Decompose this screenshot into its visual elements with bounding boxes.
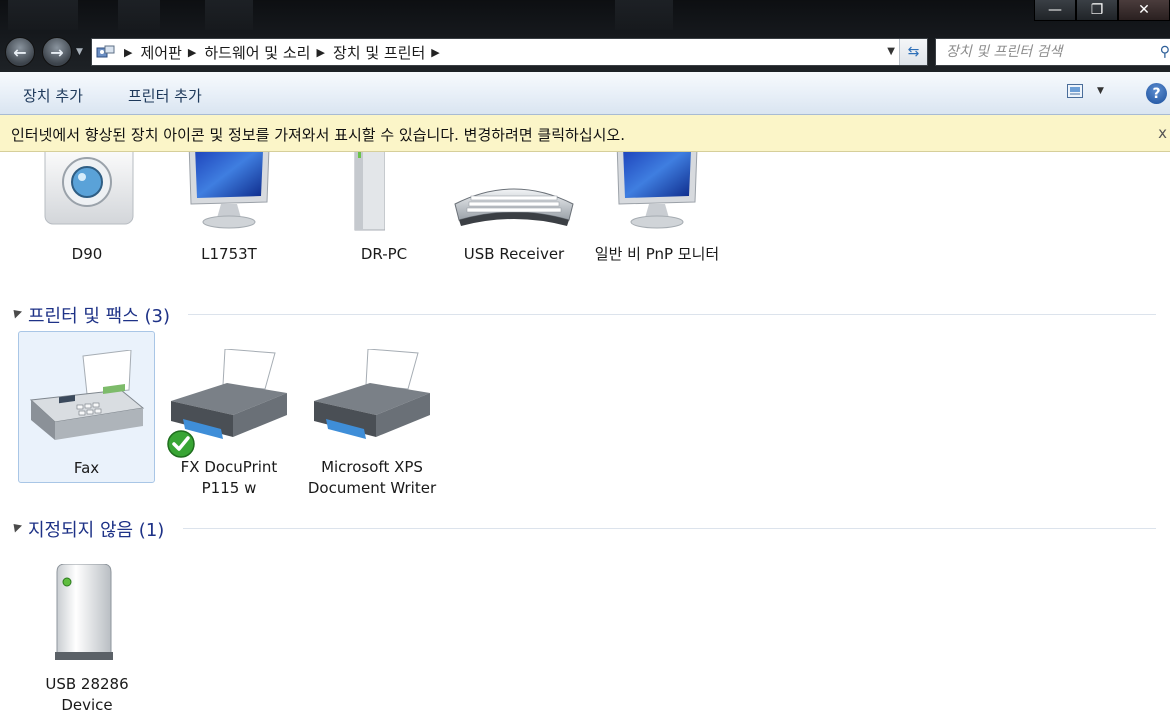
group-divider — [183, 528, 1156, 529]
device-usb-receiver[interactable]: USB Receiver — [445, 152, 583, 272]
group-divider — [188, 314, 1156, 315]
device-microsoft-xps[interactable]: Microsoft XPS Document Writer — [302, 331, 442, 497]
recent-pages-dropdown[interactable]: ▼ — [76, 47, 83, 57]
fax-icon — [19, 346, 154, 446]
pc-tower-icon — [330, 152, 390, 234]
forward-button[interactable]: → — [42, 37, 72, 67]
device-label: FX DocuPrint P115 w — [180, 458, 278, 497]
help-icon: ? — [1152, 85, 1161, 102]
device-label: DR-PC — [360, 245, 408, 263]
info-bar-message[interactable]: 인터넷에서 향상된 장치 아이콘 및 정보를 가져와서 표시할 수 있습니다. … — [11, 124, 625, 145]
search-input[interactable] — [946, 44, 1146, 60]
device-generic-pnp-monitor[interactable]: 일반 비 PnP 모니터 — [588, 152, 726, 287]
refresh-icon: ⇆ — [907, 44, 920, 60]
device-dr-pc[interactable]: DR-PC — [315, 152, 453, 272]
control-panel-icon — [94, 42, 118, 62]
group-header-unspecified[interactable]: 지정되지 않음 (1) — [0, 516, 1170, 541]
device-d90[interactable]: D90 — [18, 152, 156, 272]
device-label: 일반 비 PnP 모니터 — [594, 245, 720, 263]
device-label: D90 — [71, 245, 103, 263]
device-label: USB 28286 Device — [45, 675, 129, 714]
monitor-icon — [160, 152, 298, 234]
search-icon[interactable]: ⚲ — [1160, 44, 1170, 60]
breadcrumb-hardware-sound[interactable]: 하드웨어 및 소리 — [204, 42, 310, 63]
device-fx-docuprint[interactable]: FX DocuPrint P115 w — [160, 331, 298, 497]
window-controls: — ❐ ✕ — [1034, 0, 1170, 22]
device-label: USB Receiver — [463, 245, 565, 263]
change-view-button[interactable]: ▼ — [1067, 84, 1104, 98]
view-icon — [1067, 84, 1083, 98]
close-icon: ✕ — [1138, 2, 1150, 18]
breadcrumb-separator-icon[interactable]: ▶ — [124, 46, 132, 59]
taskbar-ghost — [615, 0, 673, 30]
breadcrumb-control-panel[interactable]: 제어판 — [140, 42, 181, 63]
maximize-icon: ❐ — [1090, 2, 1104, 18]
address-bar[interactable]: ▶ 제어판 ▶ 하드웨어 및 소리 ▶ 장치 및 프린터 ▶ ▼ ⇆ — [91, 38, 928, 66]
devices-content: D90 L1753T DR-PC USB Receiver 일반 비 PnP 모… — [0, 152, 1170, 717]
command-bar: 장치 추가 프린터 추가 ▼ ? — [0, 72, 1170, 115]
printer-icon — [302, 345, 442, 445]
breadcrumb-separator-icon[interactable]: ▶ — [431, 46, 439, 59]
monitor-icon — [588, 152, 726, 234]
refresh-button[interactable]: ⇆ — [899, 39, 927, 65]
device-l1753t[interactable]: L1753T — [160, 152, 298, 272]
collapse-triangle-icon[interactable] — [9, 520, 23, 533]
taskbar-ghost — [8, 0, 78, 30]
taskbar-ghost — [205, 0, 253, 30]
minimize-button[interactable]: — — [1034, 0, 1076, 21]
title-bar: — ❐ ✕ ← → ▼ ▶ 제어판 ▶ 하드웨어 및 소리 ▶ 장치 및 프린터… — [0, 0, 1170, 72]
taskbar-ghost — [118, 0, 160, 30]
breadcrumb-devices-printers[interactable]: 장치 및 프린터 — [333, 42, 425, 63]
breadcrumb-separator-icon[interactable]: ▶ — [188, 46, 196, 59]
info-bar-close-icon[interactable]: x — [1158, 124, 1167, 142]
add-device-button[interactable]: 장치 추가 — [23, 85, 83, 106]
address-dropdown-icon[interactable]: ▼ — [887, 46, 895, 57]
group-title: 지정되지 않음 (1) — [28, 520, 165, 541]
add-printer-button[interactable]: 프린터 추가 — [128, 85, 202, 106]
back-button[interactable]: ← — [5, 37, 35, 67]
device-usb-28286[interactable]: USB 28286 Device — [18, 552, 156, 717]
device-label: Fax — [73, 459, 100, 477]
maximize-button[interactable]: ❐ — [1076, 0, 1118, 21]
collapse-triangle-icon[interactable] — [9, 306, 23, 319]
usb-device-icon — [18, 562, 156, 664]
info-bar[interactable]: 인터넷에서 향상된 장치 아이콘 및 정보를 가져와서 표시할 수 있습니다. … — [0, 115, 1170, 152]
group-title: 프린터 및 팩스 (3) — [28, 306, 171, 327]
chevron-down-icon: ▼ — [1097, 86, 1104, 96]
keyboard-icon — [445, 152, 583, 234]
help-button[interactable]: ? — [1146, 83, 1167, 104]
camera-icon — [18, 152, 156, 234]
back-arrow-icon: ← — [13, 42, 27, 62]
device-fax[interactable]: Fax — [18, 331, 155, 483]
close-button[interactable]: ✕ — [1118, 0, 1170, 21]
group-header-printers[interactable]: 프린터 및 팩스 (3) — [0, 302, 1170, 327]
breadcrumb-separator-icon[interactable]: ▶ — [316, 46, 324, 59]
forward-arrow-icon: → — [50, 42, 64, 62]
default-printer-check-icon — [167, 430, 195, 458]
search-box[interactable]: ⚲ — [935, 38, 1170, 66]
device-label: L1753T — [201, 245, 257, 263]
device-label: Microsoft XPS Document Writer — [307, 458, 437, 497]
chevron-down-icon: ▼ — [76, 47, 83, 57]
minimize-icon: — — [1048, 2, 1062, 18]
